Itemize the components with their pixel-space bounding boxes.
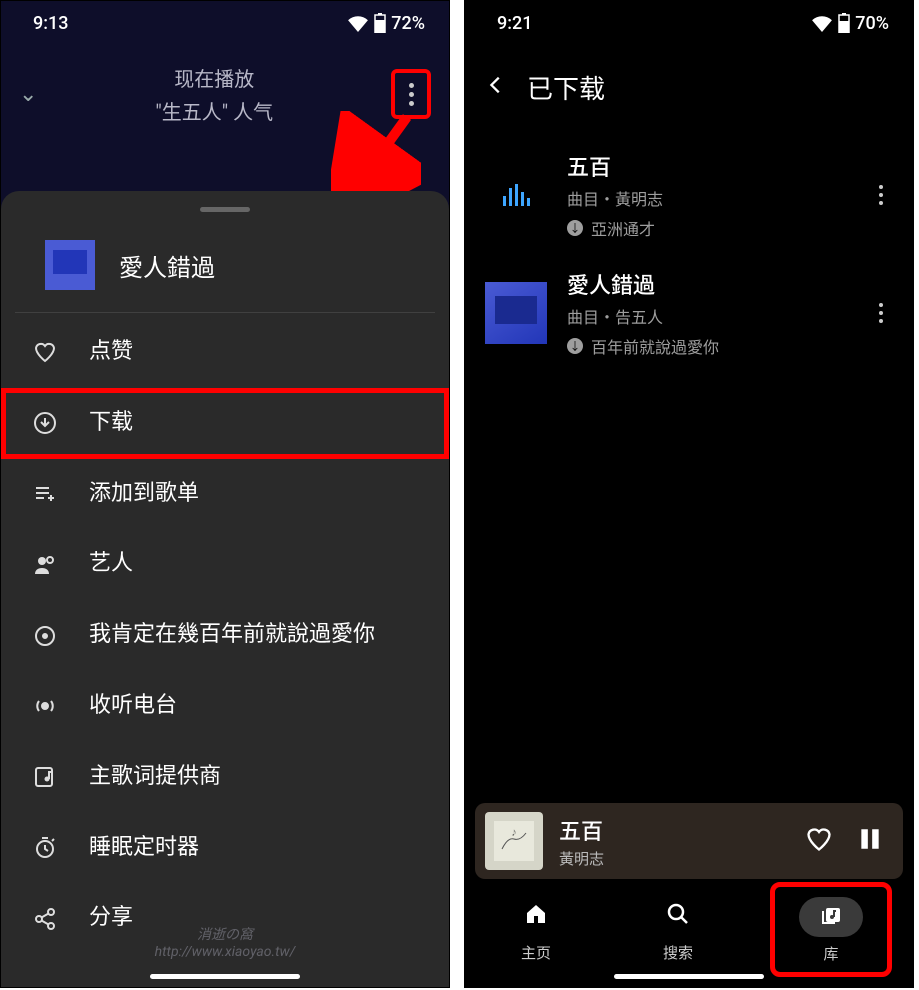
collapse-icon[interactable]: ⌄	[19, 82, 37, 107]
heart-icon	[31, 340, 59, 364]
menu-item-sleep-timer[interactable]: 睡眠定时器	[1, 813, 449, 884]
status-bar: 9:21 70%	[465, 1, 913, 45]
track-album: ↓ 亞洲通才	[567, 216, 849, 240]
nowplaying-title: 现在播放 "生五人" 人气	[37, 63, 391, 125]
menu-item-add-playlist[interactable]: 添加到歌单	[1, 459, 449, 530]
nav-library-highlight: 库	[770, 882, 892, 977]
home-icon	[524, 902, 548, 926]
phone-left: 9:13 72% ⌄ 现在播放 "生五人" 人气 愛人錯過	[0, 0, 450, 988]
nowplaying-subtitle: "生五人" 人气	[37, 96, 391, 125]
nav-library[interactable]: 库	[781, 891, 881, 970]
menu-item-share[interactable]: 分享	[1, 883, 449, 954]
menu-label: 我肯定在幾百年前就說過愛你	[89, 620, 419, 651]
sheet-menu: 点赞 下载 添加到歌单 艺人 我肯定在幾百年前就說過愛你 收听电台	[1, 313, 449, 958]
artist-icon	[31, 553, 59, 577]
track-row[interactable]: 五百 曲目・黃明志 ↓ 亞洲通才	[465, 136, 913, 254]
sheet-header: 愛人錯過	[15, 222, 435, 313]
menu-item-lyrics[interactable]: 主歌词提供商	[1, 742, 449, 813]
miniplayer-artist: 黃明志	[559, 848, 789, 869]
sheet-handle[interactable]	[200, 207, 250, 212]
track-title: 五百	[567, 150, 849, 182]
status-bar: 9:13 72%	[1, 1, 449, 45]
menu-label: 收听电台	[89, 691, 419, 722]
gesture-bar	[614, 974, 764, 979]
like-button[interactable]	[805, 825, 833, 857]
track-thumbnail	[45, 240, 95, 290]
more-button[interactable]	[391, 69, 431, 119]
nav-search[interactable]: 搜索	[628, 890, 728, 969]
menu-label: 添加到歌单	[89, 479, 419, 510]
album-icon	[31, 624, 59, 648]
miniplayer[interactable]: ♪ 五百 黃明志	[475, 803, 903, 879]
track-thumbnail	[485, 282, 547, 344]
menu-item-album[interactable]: 我肯定在幾百年前就說過愛你	[1, 600, 449, 671]
gesture-bar	[150, 974, 300, 979]
track-more-button[interactable]	[869, 175, 893, 215]
status-right: 70%	[811, 13, 889, 34]
more-vertical-icon	[409, 83, 414, 106]
nav-label: 主页	[521, 942, 551, 963]
menu-item-artist[interactable]: 艺人	[1, 529, 449, 600]
miniplayer-actions	[805, 824, 883, 858]
svg-text:♪: ♪	[511, 829, 517, 837]
playing-indicator	[485, 164, 547, 226]
battery-icon	[837, 13, 851, 33]
status-right: 72%	[347, 13, 425, 34]
track-list: 五百 曲目・黃明志 ↓ 亞洲通才 愛人錯過 曲目・告五人 ↓ 百年前就說過愛你	[465, 126, 913, 382]
download-icon	[31, 411, 59, 435]
library-icon	[819, 903, 843, 927]
radio-icon	[31, 694, 59, 718]
menu-label: 艺人	[89, 549, 419, 580]
downloaded-icon: ↓	[567, 220, 583, 236]
lyrics-icon	[31, 765, 59, 789]
track-info: 五百 曲目・黃明志 ↓ 亞洲通才	[567, 150, 849, 240]
menu-item-radio[interactable]: 收听电台	[1, 671, 449, 742]
status-time: 9:21	[497, 13, 532, 34]
bottom-sheet: 愛人錯過 点赞 下载 添加到歌单 艺人 我肯定在幾百年前就說過愛你	[1, 191, 449, 987]
playlist-add-icon	[31, 482, 59, 506]
miniplayer-art: ♪	[485, 812, 543, 870]
miniplayer-title: 五百	[559, 814, 789, 846]
downloaded-icon: ↓	[567, 338, 583, 354]
menu-label: 点赞	[89, 337, 419, 368]
battery-icon	[373, 13, 387, 33]
wifi-icon	[347, 14, 369, 32]
sheet-title: 愛人錯過	[119, 248, 215, 283]
wifi-icon	[811, 14, 833, 32]
pause-button[interactable]	[857, 824, 883, 858]
menu-label: 分享	[89, 903, 419, 934]
timer-icon	[31, 836, 59, 860]
search-icon	[666, 902, 690, 926]
menu-label: 主歌词提供商	[89, 762, 419, 793]
phone-right: 9:21 70% 已下载 五百 曲目・黃明志 ↓ 亞洲通才	[464, 0, 914, 988]
track-album: ↓ 百年前就說過愛你	[567, 334, 849, 358]
track-row[interactable]: 愛人錯過 曲目・告五人 ↓ 百年前就說過愛你	[465, 254, 913, 372]
track-info: 愛人錯過 曲目・告五人 ↓ 百年前就說過愛你	[567, 268, 849, 358]
status-battery: 70%	[855, 13, 889, 34]
menu-label: 睡眠定时器	[89, 833, 419, 864]
track-title: 愛人錯過	[567, 268, 849, 300]
status-time: 9:13	[33, 13, 68, 34]
share-icon	[31, 907, 59, 931]
back-button[interactable]	[485, 73, 507, 103]
track-more-button[interactable]	[869, 293, 893, 333]
menu-label: 下载	[89, 408, 419, 439]
track-subtitle: 曲目・黃明志	[567, 186, 849, 210]
menu-item-download[interactable]: 下载	[1, 388, 449, 459]
track-subtitle: 曲目・告五人	[567, 304, 849, 328]
menu-item-like[interactable]: 点赞	[1, 317, 449, 388]
nav-home[interactable]: 主页	[486, 890, 586, 969]
nowplaying-label: 现在播放	[37, 63, 391, 92]
status-battery: 72%	[391, 13, 425, 34]
bottom-nav: 主页 搜索 库	[465, 887, 913, 987]
miniplayer-info: 五百 黃明志	[559, 814, 789, 869]
nowplaying-header: ⌄ 现在播放 "生五人" 人气	[1, 45, 449, 135]
page-title: 已下载	[527, 69, 605, 106]
nav-label: 库	[823, 943, 838, 964]
page-header: 已下载	[465, 45, 913, 126]
nav-label: 搜索	[663, 942, 693, 963]
